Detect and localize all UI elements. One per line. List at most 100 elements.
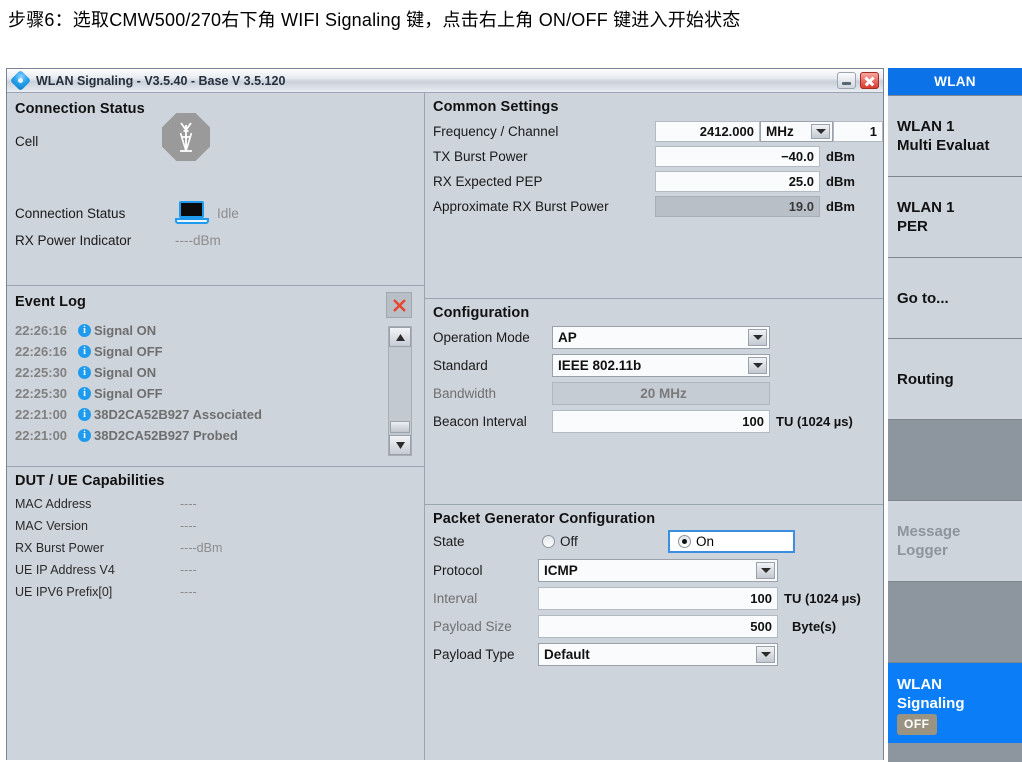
sidebar-item-routing[interactable]: Routing [888,338,1022,419]
event-time: 22:25:30 [15,386,68,401]
rx-power-indicator-label: RX Power Indicator [15,233,132,248]
right-softkey-sidebar: WLAN WLAN 1 Multi Evaluat WLAN 1 PER Go … [888,68,1022,762]
rx-expected-pep-input[interactable]: 25.0 [655,171,820,192]
event-log-list[interactable]: 22:26:16 i Signal ON 22:26:16 i Signal O… [15,320,413,446]
scrollbar-thumb[interactable] [390,421,410,433]
tx-burst-power-input[interactable]: −40.0 [655,146,820,167]
dut-value: ----dBm [180,541,223,555]
beacon-interval-input[interactable]: 100 [552,410,770,433]
common-settings-title: Common Settings [433,99,559,115]
chevron-up-icon [395,333,405,341]
scroll-up-button[interactable] [389,327,411,347]
tx-burst-power-row: TX Burst Power −40.0 dBm [433,144,883,169]
dut-value: ---- [180,519,197,533]
table-row: RX Burst Power ----dBm [15,537,424,559]
event-time: 22:21:00 [15,407,68,422]
connection-status-label: Connection Status [15,205,126,221]
state-on-label: On [696,534,715,549]
common-settings-panel: Common Settings Frequency / Channel 2412… [425,93,883,298]
window-body: Connection Status Cell Connection Status [7,93,883,760]
event-time: 22:26:16 [15,344,68,359]
configuration-panel: Configuration Operation Mode AP Standard… [425,299,883,504]
event-message: 38D2CA52B927 Associated [94,407,262,422]
beacon-interval-row: Beacon Interval 100 TU (1024 µs) [433,409,883,434]
state-off-label: Off [560,534,578,549]
app-logo-icon [9,69,32,91]
event-time: 22:26:16 [15,323,68,338]
frequency-unit-select[interactable]: MHz [760,121,833,142]
event-log-clear-button[interactable] [386,292,412,318]
approximate-rx-burst-power-value: 19.0 [655,196,820,217]
sidebar-item-wlan-signaling[interactable]: WLAN Signaling OFF [888,662,1022,743]
close-button[interactable] [860,72,879,89]
interval-input[interactable]: 100 [538,587,778,610]
payload-size-row: Payload Size 500 Byte(s) [433,614,883,639]
rx-expected-pep-unit: dBm [826,174,855,189]
state-row: State Off On [433,529,883,554]
scroll-down-button[interactable] [389,435,411,455]
list-item: 22:26:16 i Signal ON [15,320,413,341]
dut-key: RX Burst Power [15,541,104,555]
interval-label: Interval [433,591,478,606]
table-row: UE IPV6 Prefix[0] ---- [15,581,424,603]
operation-mode-select[interactable]: AP [552,326,770,349]
list-item: 22:26:16 i Signal OFF [15,341,413,362]
connection-status-panel: Connection Status Cell Connection Status [7,93,424,285]
sidebar-item-message-logger[interactable]: Message Logger [888,500,1022,581]
configuration-title: Configuration [433,305,530,321]
channel-input[interactable]: 1 [833,121,883,142]
frequency-input[interactable]: 2412.000 [655,121,760,142]
dut-value: ---- [180,497,197,511]
event-time: 22:21:00 [15,428,68,443]
antenna-tower-icon [179,122,193,152]
tx-burst-power-unit: dBm [826,149,855,164]
dut-capabilities-title: DUT / UE Capabilities [15,473,165,489]
protocol-label: Protocol [433,563,483,578]
standard-select[interactable]: IEEE 802.11b [552,354,770,377]
payload-type-select[interactable]: Default [538,643,778,666]
event-message: Signal OFF [94,344,163,359]
standard-row: Standard IEEE 802.11b [433,353,883,378]
event-log-scrollbar[interactable] [388,326,412,456]
beacon-interval-unit: TU (1024 µs) [776,414,853,429]
cell-antenna-icon [162,113,210,161]
payload-size-label: Payload Size [433,619,512,634]
event-log-panel: Event Log 22:26:16 i Signal ON 22:26:16 … [7,286,424,466]
left-column: Connection Status Cell Connection Status [7,93,425,760]
tx-burst-power-label: TX Burst Power [433,149,528,164]
sidebar-item-go-to[interactable]: Go to... [888,257,1022,338]
dut-capabilities-panel: DUT / UE Capabilities MAC Address ---- M… [7,467,424,603]
minimize-button[interactable] [837,72,856,89]
payload-type-value: Default [544,647,590,662]
dut-key: UE IP Address V4 [15,563,115,577]
info-icon: i [78,324,91,337]
interval-unit: TU (1024 µs) [784,591,861,606]
rx-power-indicator-value: ----dBm [175,233,221,248]
event-message: Signal OFF [94,386,163,401]
operation-mode-label: Operation Mode [433,330,530,345]
wlan-signaling-window: WLAN Signaling - V3.5.40 - Base V 3.5.12… [6,68,884,760]
list-item: 22:25:30 i Signal OFF [15,383,413,404]
event-message: Signal ON [94,323,157,338]
chevron-down-icon [395,441,405,449]
packet-generator-panel: Packet Generator Configuration State Off… [425,505,883,667]
state-off-radio[interactable]: Off [542,534,668,549]
frequency-unit-value: MHz [766,124,794,139]
table-row: MAC Address ---- [15,493,424,515]
dut-key: MAC Address [15,497,92,511]
cell-row: Cell [15,133,38,151]
interval-row: Interval 100 TU (1024 µs) [433,586,883,611]
sidebar-item-empty-1 [888,419,1022,500]
frequency-channel-label: Frequency / Channel [433,124,559,139]
event-message: Signal ON [94,365,157,380]
packet-generator-title: Packet Generator Configuration [433,511,656,527]
state-on-radio[interactable]: On [668,530,795,553]
rx-expected-pep-label: RX Expected PEP [433,174,543,189]
status-badge: OFF [897,714,937,735]
protocol-select[interactable]: ICMP [538,559,778,582]
sidebar-item-wlan1-per[interactable]: WLAN 1 PER [888,176,1022,257]
payload-size-input[interactable]: 500 [538,615,778,638]
info-icon: i [78,345,91,358]
list-item: 22:21:00 i 38D2CA52B927 Probed [15,425,413,446]
sidebar-item-wlan1-multi-evaluat[interactable]: WLAN 1 Multi Evaluat [888,95,1022,176]
